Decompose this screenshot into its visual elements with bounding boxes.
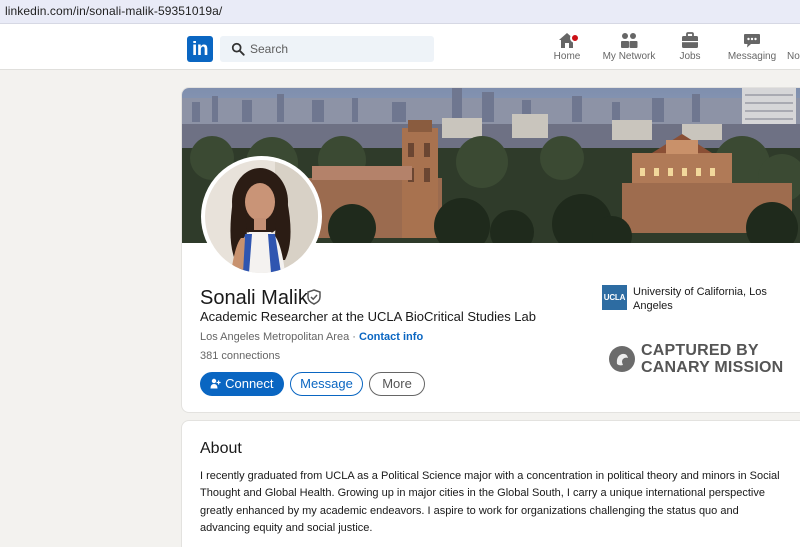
canary-mission-stamp: CAPTURED BY CANARY MISSION	[641, 342, 783, 376]
bell-icon	[787, 32, 800, 49]
profile-name: Sonali Malik	[200, 287, 308, 309]
top-nav: in Home My Network Jobs	[0, 24, 800, 70]
network-icon	[621, 33, 638, 48]
canary-mission-logo-icon	[609, 346, 635, 372]
university-logo[interactable]: UCLA	[602, 285, 627, 310]
url-text[interactable]: linkedin.com/in/sonali-malik-59351019a/	[5, 4, 222, 18]
nav-my-network[interactable]: My Network	[602, 32, 656, 68]
message-button[interactable]: Message	[290, 372, 363, 396]
about-text: I recently graduated from UCLA as a Poli…	[200, 470, 780, 534]
nav-home[interactable]: Home	[551, 32, 583, 68]
notification-dot	[570, 33, 580, 43]
messaging-icon	[744, 34, 760, 48]
nav-messaging[interactable]: Messaging	[726, 32, 778, 68]
linkedin-logo[interactable]: in	[187, 36, 213, 62]
connect-button[interactable]: Connect	[200, 372, 284, 396]
briefcase-icon	[682, 32, 698, 48]
nav-home-label: Home	[553, 51, 581, 62]
profile-headline: Academic Researcher at the UCLA BioCriti…	[200, 309, 536, 324]
profile-photo[interactable]	[201, 156, 322, 277]
stamp-line-1: CAPTURED BY	[641, 342, 759, 359]
add-person-icon	[210, 378, 222, 389]
search-input[interactable]	[250, 40, 420, 58]
profile-location-line: Los Angeles Metropolitan Area · Contact …	[200, 331, 423, 343]
profile-photo-image	[205, 160, 318, 273]
connect-button-label: Connect	[225, 376, 274, 391]
browser-url-bar[interactable]: linkedin.com/in/sonali-malik-59351019a/	[0, 0, 800, 24]
search-icon	[231, 42, 245, 56]
nav-notifications[interactable]: No	[787, 32, 800, 68]
contact-info-link[interactable]: Contact info	[359, 331, 423, 343]
about-title: About	[200, 440, 242, 457]
more-button[interactable]: More	[369, 372, 425, 396]
nav-notifications-label: No	[787, 51, 800, 62]
search-box[interactable]	[220, 36, 434, 62]
university-name[interactable]: University of California, Los Angeles	[633, 285, 783, 313]
location-separator: ·	[349, 331, 359, 343]
nav-messaging-label: Messaging	[727, 51, 777, 62]
profile-location: Los Angeles Metropolitan Area	[200, 331, 350, 343]
verified-shield-icon[interactable]	[306, 289, 322, 305]
nav-my-network-label: My Network	[602, 51, 656, 62]
connections-count[interactable]: 381 connections	[200, 350, 280, 362]
stamp-line-2: CANARY MISSION	[641, 359, 784, 376]
nav-jobs[interactable]: Jobs	[676, 32, 704, 68]
nav-jobs-label: Jobs	[679, 51, 701, 62]
